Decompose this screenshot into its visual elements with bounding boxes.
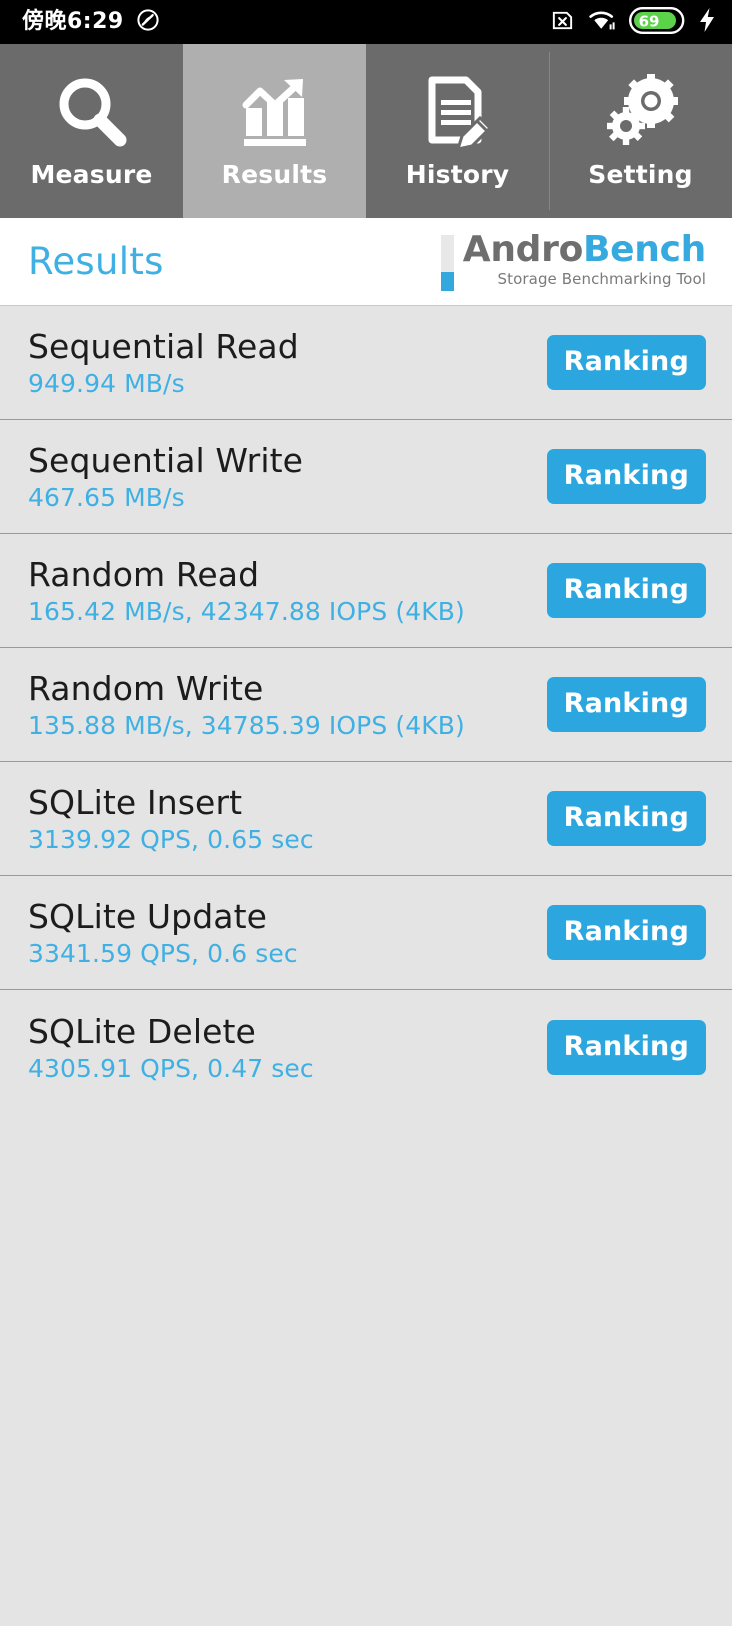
table-row[interactable]: SQLite Delete 4305.91 QPS, 0.47 sec Rank… bbox=[0, 990, 732, 1104]
status-bar-clock: 傍晚6:29 bbox=[22, 9, 124, 34]
logo-word-andro: Andro bbox=[462, 229, 584, 270]
page-header: Results AndroBench Storage Benchmarking … bbox=[0, 218, 732, 306]
tab-results[interactable]: Results bbox=[183, 44, 366, 218]
tab-label-results: Results bbox=[221, 159, 328, 189]
result-name: SQLite Update bbox=[28, 897, 268, 936]
result-info: Random Write 135.88 MB/s, 34785.39 IOPS … bbox=[28, 669, 465, 740]
tab-measure[interactable]: Measure bbox=[0, 44, 183, 218]
ranking-button[interactable]: Ranking bbox=[546, 791, 706, 846]
table-row[interactable]: Random Write 135.88 MB/s, 34785.39 IOPS … bbox=[0, 648, 732, 762]
table-row[interactable]: SQLite Update 3341.59 QPS, 0.6 sec Ranki… bbox=[0, 876, 732, 990]
table-row[interactable]: Sequential Read 949.94 MB/s Ranking bbox=[0, 306, 732, 420]
result-name: Sequential Read bbox=[28, 327, 299, 366]
result-name: Sequential Write bbox=[28, 441, 304, 480]
ranking-button[interactable]: Ranking bbox=[546, 335, 706, 390]
tab-label-history: History bbox=[405, 159, 510, 189]
status-bar-left: 傍晚6:29 bbox=[22, 8, 160, 36]
table-row[interactable]: SQLite Insert 3139.92 QPS, 0.65 sec Rank… bbox=[0, 762, 732, 876]
status-bar-right: 69 bbox=[550, 6, 716, 38]
result-value: 3139.92 QPS, 0.65 sec bbox=[28, 825, 314, 854]
result-value: 3341.59 QPS, 0.6 sec bbox=[28, 939, 298, 968]
results-list: Sequential Read 949.94 MB/s Ranking Sequ… bbox=[0, 306, 732, 1626]
result-info: Sequential Read 949.94 MB/s bbox=[28, 327, 299, 398]
tab-label-measure: Measure bbox=[30, 159, 153, 189]
logo-text: AndroBench Storage Benchmarking Tool bbox=[462, 229, 707, 288]
table-row[interactable]: Random Read 165.42 MB/s, 42347.88 IOPS (… bbox=[0, 534, 732, 648]
status-bar: 傍晚6:29 69 bbox=[0, 0, 732, 44]
tab-history[interactable]: History bbox=[366, 44, 549, 218]
result-info: SQLite Delete 4305.91 QPS, 0.47 sec bbox=[28, 1012, 314, 1083]
logo-wordmark: AndroBench bbox=[462, 229, 707, 270]
result-value: 949.94 MB/s bbox=[28, 369, 185, 398]
battery-indicator: 69 bbox=[629, 6, 685, 38]
ranking-button[interactable]: Ranking bbox=[546, 1019, 706, 1075]
result-name: Random Write bbox=[28, 669, 264, 708]
charging-bolt-icon bbox=[698, 7, 716, 37]
bar-chart-arrow-icon bbox=[235, 74, 315, 152]
result-name: SQLite Delete bbox=[28, 1011, 256, 1051]
androbench-logo: AndroBench Storage Benchmarking Tool bbox=[440, 229, 707, 291]
result-info: SQLite Insert 3139.92 QPS, 0.65 sec bbox=[28, 783, 314, 854]
result-value: 135.88 MB/s, 34785.39 IOPS (4KB) bbox=[28, 711, 465, 740]
app-screen: 傍晚6:29 69 Measure Results History Settin… bbox=[0, 0, 732, 1626]
tab-label-setting: Setting bbox=[588, 159, 693, 189]
ranking-button[interactable]: Ranking bbox=[546, 677, 706, 732]
tab-setting[interactable]: Setting bbox=[549, 44, 732, 218]
gears-icon bbox=[601, 73, 681, 152]
document-pencil-icon bbox=[418, 74, 498, 152]
result-info: SQLite Update 3341.59 QPS, 0.6 sec bbox=[28, 897, 298, 968]
do-not-disturb-icon bbox=[136, 8, 160, 36]
result-name: Random Read bbox=[28, 555, 260, 594]
no-sim-card-icon bbox=[550, 8, 575, 37]
logo-word-bench: Bench bbox=[583, 229, 706, 270]
result-info: Sequential Write 467.65 MB/s bbox=[28, 441, 303, 512]
ranking-button[interactable]: Ranking bbox=[546, 905, 706, 960]
ranking-button[interactable]: Ranking bbox=[546, 449, 706, 504]
magnifier-icon bbox=[52, 74, 132, 152]
result-value: 467.65 MB/s bbox=[28, 483, 185, 512]
result-name: SQLite Insert bbox=[28, 783, 243, 822]
ranking-button[interactable]: Ranking bbox=[546, 563, 706, 618]
wifi-icon bbox=[588, 8, 616, 37]
page-title: Results bbox=[28, 240, 164, 283]
logo-bar-icon bbox=[440, 235, 454, 291]
result-value: 165.42 MB/s, 42347.88 IOPS (4KB) bbox=[28, 597, 465, 626]
main-tab-bar: Measure Results History Setting bbox=[0, 44, 732, 218]
table-row[interactable]: Sequential Write 467.65 MB/s Ranking bbox=[0, 420, 732, 534]
result-value: 4305.91 QPS, 0.47 sec bbox=[28, 1053, 314, 1083]
battery-level-text: 69 bbox=[639, 12, 660, 30]
result-info: Random Read 165.42 MB/s, 42347.88 IOPS (… bbox=[28, 555, 465, 626]
logo-tagline: Storage Benchmarking Tool bbox=[497, 269, 706, 288]
